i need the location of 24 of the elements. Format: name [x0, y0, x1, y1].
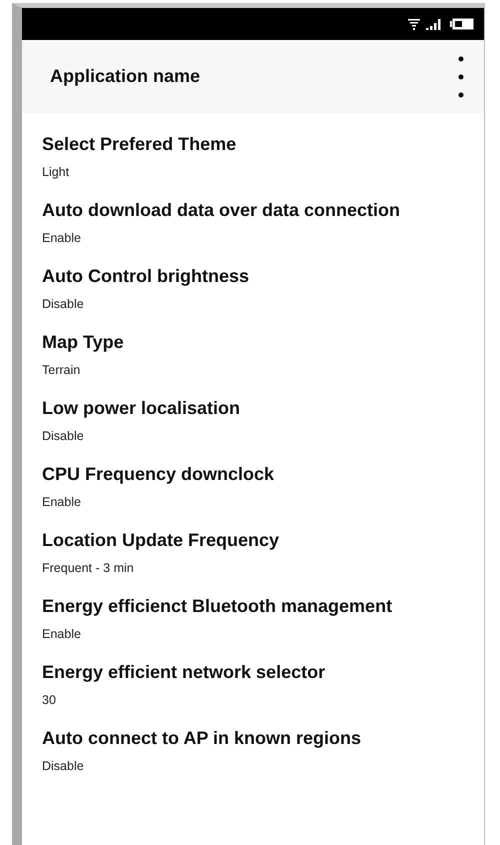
- wifi-icon: [408, 18, 420, 30]
- setting-title[interactable]: Low power localisation: [42, 396, 484, 420]
- setting-value: Light: [42, 164, 70, 181]
- setting-title[interactable]: Auto download data over data connection: [42, 198, 484, 222]
- setting-value: Enable: [42, 230, 82, 247]
- setting-value: Disable: [42, 296, 85, 313]
- setting-title[interactable]: Auto Control brightness: [42, 264, 484, 288]
- setting-value: 30: [42, 692, 57, 709]
- setting-title[interactable]: Location Update Frequency: [42, 528, 484, 552]
- setting-title[interactable]: Energy efficient network selector: [42, 660, 484, 684]
- setting-title[interactable]: Auto connect to AP in known regions: [42, 726, 484, 750]
- setting-title[interactable]: Select Prefered Theme: [42, 132, 484, 156]
- setting-value: Enable: [42, 494, 82, 511]
- setting-value: Disable: [42, 428, 85, 445]
- setting-value: Terrain: [42, 362, 82, 379]
- setting-title[interactable]: CPU Frequency downclock: [42, 462, 484, 486]
- setting-title[interactable]: Map Type: [42, 330, 484, 354]
- app-title: Application name: [50, 66, 200, 87]
- setting-value: Disable: [42, 758, 85, 775]
- setting-title[interactable]: Energy efficienct Bluetooth management: [42, 594, 484, 618]
- more-options-icon[interactable]: [458, 56, 464, 98]
- setting-value: Enable: [42, 626, 82, 643]
- setting-value: Frequent - 3 min: [42, 560, 135, 577]
- battery-icon: [450, 18, 474, 30]
